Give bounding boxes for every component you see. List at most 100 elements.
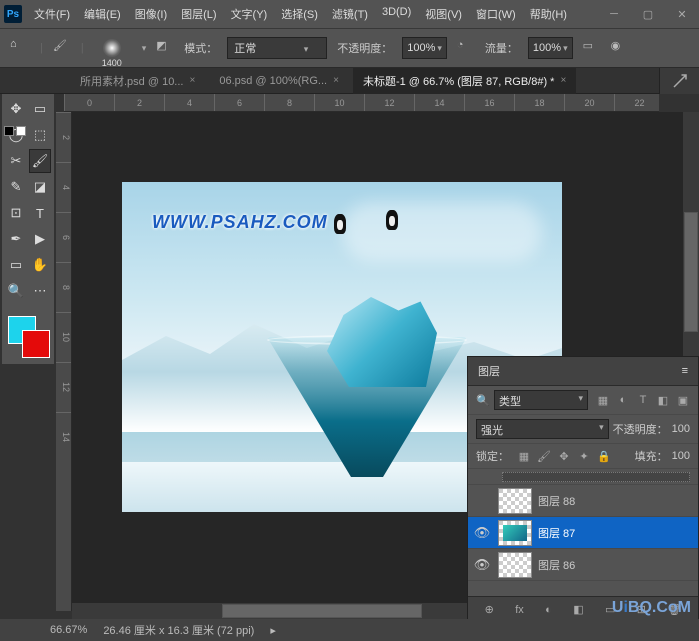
lock-artboard-icon[interactable]: ✦ bbox=[577, 449, 591, 463]
marquee-tool[interactable]: ▭ bbox=[29, 97, 51, 121]
tab-document-1[interactable]: 所用素材.psd @ 10... × bbox=[70, 68, 205, 94]
brush-size-value: 1400 bbox=[102, 58, 122, 68]
opacity-input[interactable]: 100%▾ bbox=[402, 37, 447, 59]
ps-logo: Ps bbox=[4, 5, 22, 23]
tab-overflow[interactable] bbox=[659, 68, 699, 94]
close-icon[interactable]: × bbox=[333, 75, 339, 86]
flow-label: 流量： bbox=[485, 40, 518, 56]
maximize-button[interactable]: ▢ bbox=[635, 4, 661, 24]
tab-document-3[interactable]: 未标题-1 @ 66.7% (图层 87, RGB/8#) * × bbox=[353, 68, 576, 94]
pressure-opacity-icon[interactable]: ◔ bbox=[457, 39, 475, 57]
brush-size-preview[interactable]: 1400 bbox=[94, 30, 130, 66]
home-icon[interactable]: ⌂ bbox=[10, 38, 30, 58]
filter-pixel-icon[interactable]: ▦ bbox=[596, 393, 610, 407]
swap-colors-icon[interactable] bbox=[16, 126, 26, 136]
hand-tool[interactable]: ✋ bbox=[29, 253, 51, 277]
brush-tool[interactable]: 🖌 bbox=[29, 149, 51, 173]
filter-type-icon[interactable]: T bbox=[636, 393, 650, 407]
lock-label: 锁定： bbox=[476, 448, 509, 464]
pressure-size-icon[interactable]: ◉ bbox=[611, 39, 629, 57]
filter-kind-select[interactable]: 类型 ▾ bbox=[494, 390, 588, 410]
tab-label: 所用素材.psd @ 10... bbox=[80, 73, 183, 89]
clone-tool[interactable]: ⊡ bbox=[5, 201, 27, 225]
menubar: 文件(F) 编辑(E) 图像(I) 图层(L) 文字(Y) 选择(S) 滤镜(T… bbox=[28, 2, 601, 26]
chevron-right-icon[interactable]: ▸ bbox=[270, 624, 276, 637]
filter-shape-icon[interactable]: ◧ bbox=[656, 393, 670, 407]
lock-position-icon[interactable]: ✥ bbox=[557, 449, 571, 463]
tab-document-2[interactable]: 06.psd @ 100%(RG... × bbox=[209, 70, 349, 92]
background-color[interactable] bbox=[22, 330, 50, 358]
layer-row[interactable]: 👁 图层 86 bbox=[468, 549, 698, 581]
layer-thumbnail[interactable] bbox=[498, 488, 532, 514]
color-swatches[interactable] bbox=[4, 312, 52, 362]
crop-tool[interactable]: ✂ bbox=[5, 149, 27, 173]
link-layers-icon[interactable]: ⊕ bbox=[485, 603, 494, 616]
ruler-horizontal: 02468101214161820222426 bbox=[64, 94, 659, 112]
fill-label: 填充： bbox=[635, 448, 668, 464]
layer-thumbnail[interactable] bbox=[498, 552, 532, 578]
fill-value[interactable]: 100 bbox=[672, 450, 690, 462]
tools-panel: ✥▭ ◯⬚ ✂🖌 ✎◪ ⊡T ✒▶ ▭✋ 🔍⋯ bbox=[2, 94, 54, 364]
layer-row[interactable]: 👁 图层 87 bbox=[468, 517, 698, 549]
move-tool[interactable]: ✥ bbox=[5, 97, 27, 121]
opacity-label: 不透明度： bbox=[613, 421, 668, 437]
pen-tool[interactable]: ✒ bbox=[5, 227, 27, 251]
layer-row[interactable] bbox=[468, 469, 698, 485]
brush-tool-icon[interactable]: 🖌 bbox=[53, 39, 71, 57]
blend-mode-select[interactable]: 正常▾ bbox=[227, 37, 327, 59]
divider: | bbox=[40, 42, 43, 54]
fx-icon[interactable]: fx bbox=[515, 604, 524, 616]
layer-blend-select[interactable]: 强光▾ bbox=[476, 419, 609, 439]
default-colors-icon[interactable] bbox=[4, 126, 14, 136]
menu-select[interactable]: 选择(S) bbox=[275, 2, 324, 26]
close-button[interactable]: ✕ bbox=[669, 4, 695, 24]
layer-row[interactable]: 图层 88 bbox=[468, 485, 698, 517]
layer-name[interactable]: 图层 88 bbox=[538, 493, 694, 509]
menu-3d[interactable]: 3D(D) bbox=[376, 2, 417, 26]
menu-view[interactable]: 视图(V) bbox=[419, 2, 468, 26]
panel-menu-icon[interactable]: ≡ bbox=[682, 365, 688, 377]
layer-thumbnail[interactable] bbox=[498, 520, 532, 546]
window-controls: ─ ▢ ✕ bbox=[601, 4, 695, 24]
type-tool[interactable]: T bbox=[29, 201, 51, 225]
menu-filter[interactable]: 滤镜(T) bbox=[326, 2, 374, 26]
adjustment-icon[interactable]: ◧ bbox=[573, 603, 583, 616]
placeholder-tool: ⋯ bbox=[29, 279, 51, 303]
search-icon[interactable]: 🔍 bbox=[476, 393, 490, 407]
lock-brush-icon[interactable]: 🖌 bbox=[537, 449, 551, 463]
eyedropper-tool[interactable]: ✎ bbox=[5, 175, 27, 199]
visibility-toggle[interactable]: 👁 bbox=[472, 525, 492, 541]
zoom-tool[interactable]: 🔍 bbox=[5, 279, 27, 303]
divider: | bbox=[81, 42, 84, 54]
menu-image[interactable]: 图像(I) bbox=[129, 2, 173, 26]
filter-smart-icon[interactable]: ▣ bbox=[676, 393, 690, 407]
chevron-down-icon[interactable]: ▾ bbox=[142, 43, 147, 54]
close-icon[interactable]: × bbox=[560, 75, 566, 86]
menu-edit[interactable]: 编辑(E) bbox=[78, 2, 127, 26]
visibility-toggle[interactable]: 👁 bbox=[472, 557, 492, 573]
panel-header: 图层 ≡ bbox=[468, 357, 698, 386]
filter-adjust-icon[interactable]: ◐ bbox=[616, 393, 630, 407]
zoom-level[interactable]: 66.67% bbox=[50, 624, 87, 636]
lock-all-icon[interactable]: 🔒 bbox=[597, 449, 611, 463]
flow-input[interactable]: 100%▾ bbox=[528, 37, 573, 59]
options-bar: ⌂ | 🖌 | 1400 ▾ ◩ 模式： 正常▾ 不透明度： 100%▾ ◔ 流… bbox=[0, 28, 699, 68]
eraser-tool[interactable]: ◪ bbox=[29, 175, 51, 199]
rectangle-tool[interactable]: ▭ bbox=[5, 253, 27, 277]
menu-window[interactable]: 窗口(W) bbox=[470, 2, 522, 26]
menu-type[interactable]: 文字(Y) bbox=[225, 2, 274, 26]
layer-name[interactable]: 图层 87 bbox=[538, 525, 694, 541]
quick-select-tool[interactable]: ⬚ bbox=[29, 123, 51, 147]
brush-panel-icon[interactable]: ◩ bbox=[156, 39, 174, 57]
close-icon[interactable]: × bbox=[189, 75, 195, 86]
layer-name[interactable]: 图层 86 bbox=[538, 557, 694, 573]
path-select-tool[interactable]: ▶ bbox=[29, 227, 51, 251]
lock-pixels-icon[interactable]: ▦ bbox=[517, 449, 531, 463]
menu-file[interactable]: 文件(F) bbox=[28, 2, 76, 26]
menu-layer[interactable]: 图层(L) bbox=[175, 2, 222, 26]
opacity-value[interactable]: 100 bbox=[672, 423, 690, 435]
minimize-button[interactable]: ─ bbox=[601, 4, 627, 24]
airbrush-icon[interactable]: ▭ bbox=[583, 39, 601, 57]
mask-icon[interactable]: ◐ bbox=[545, 604, 552, 616]
menu-help[interactable]: 帮助(H) bbox=[524, 2, 573, 26]
